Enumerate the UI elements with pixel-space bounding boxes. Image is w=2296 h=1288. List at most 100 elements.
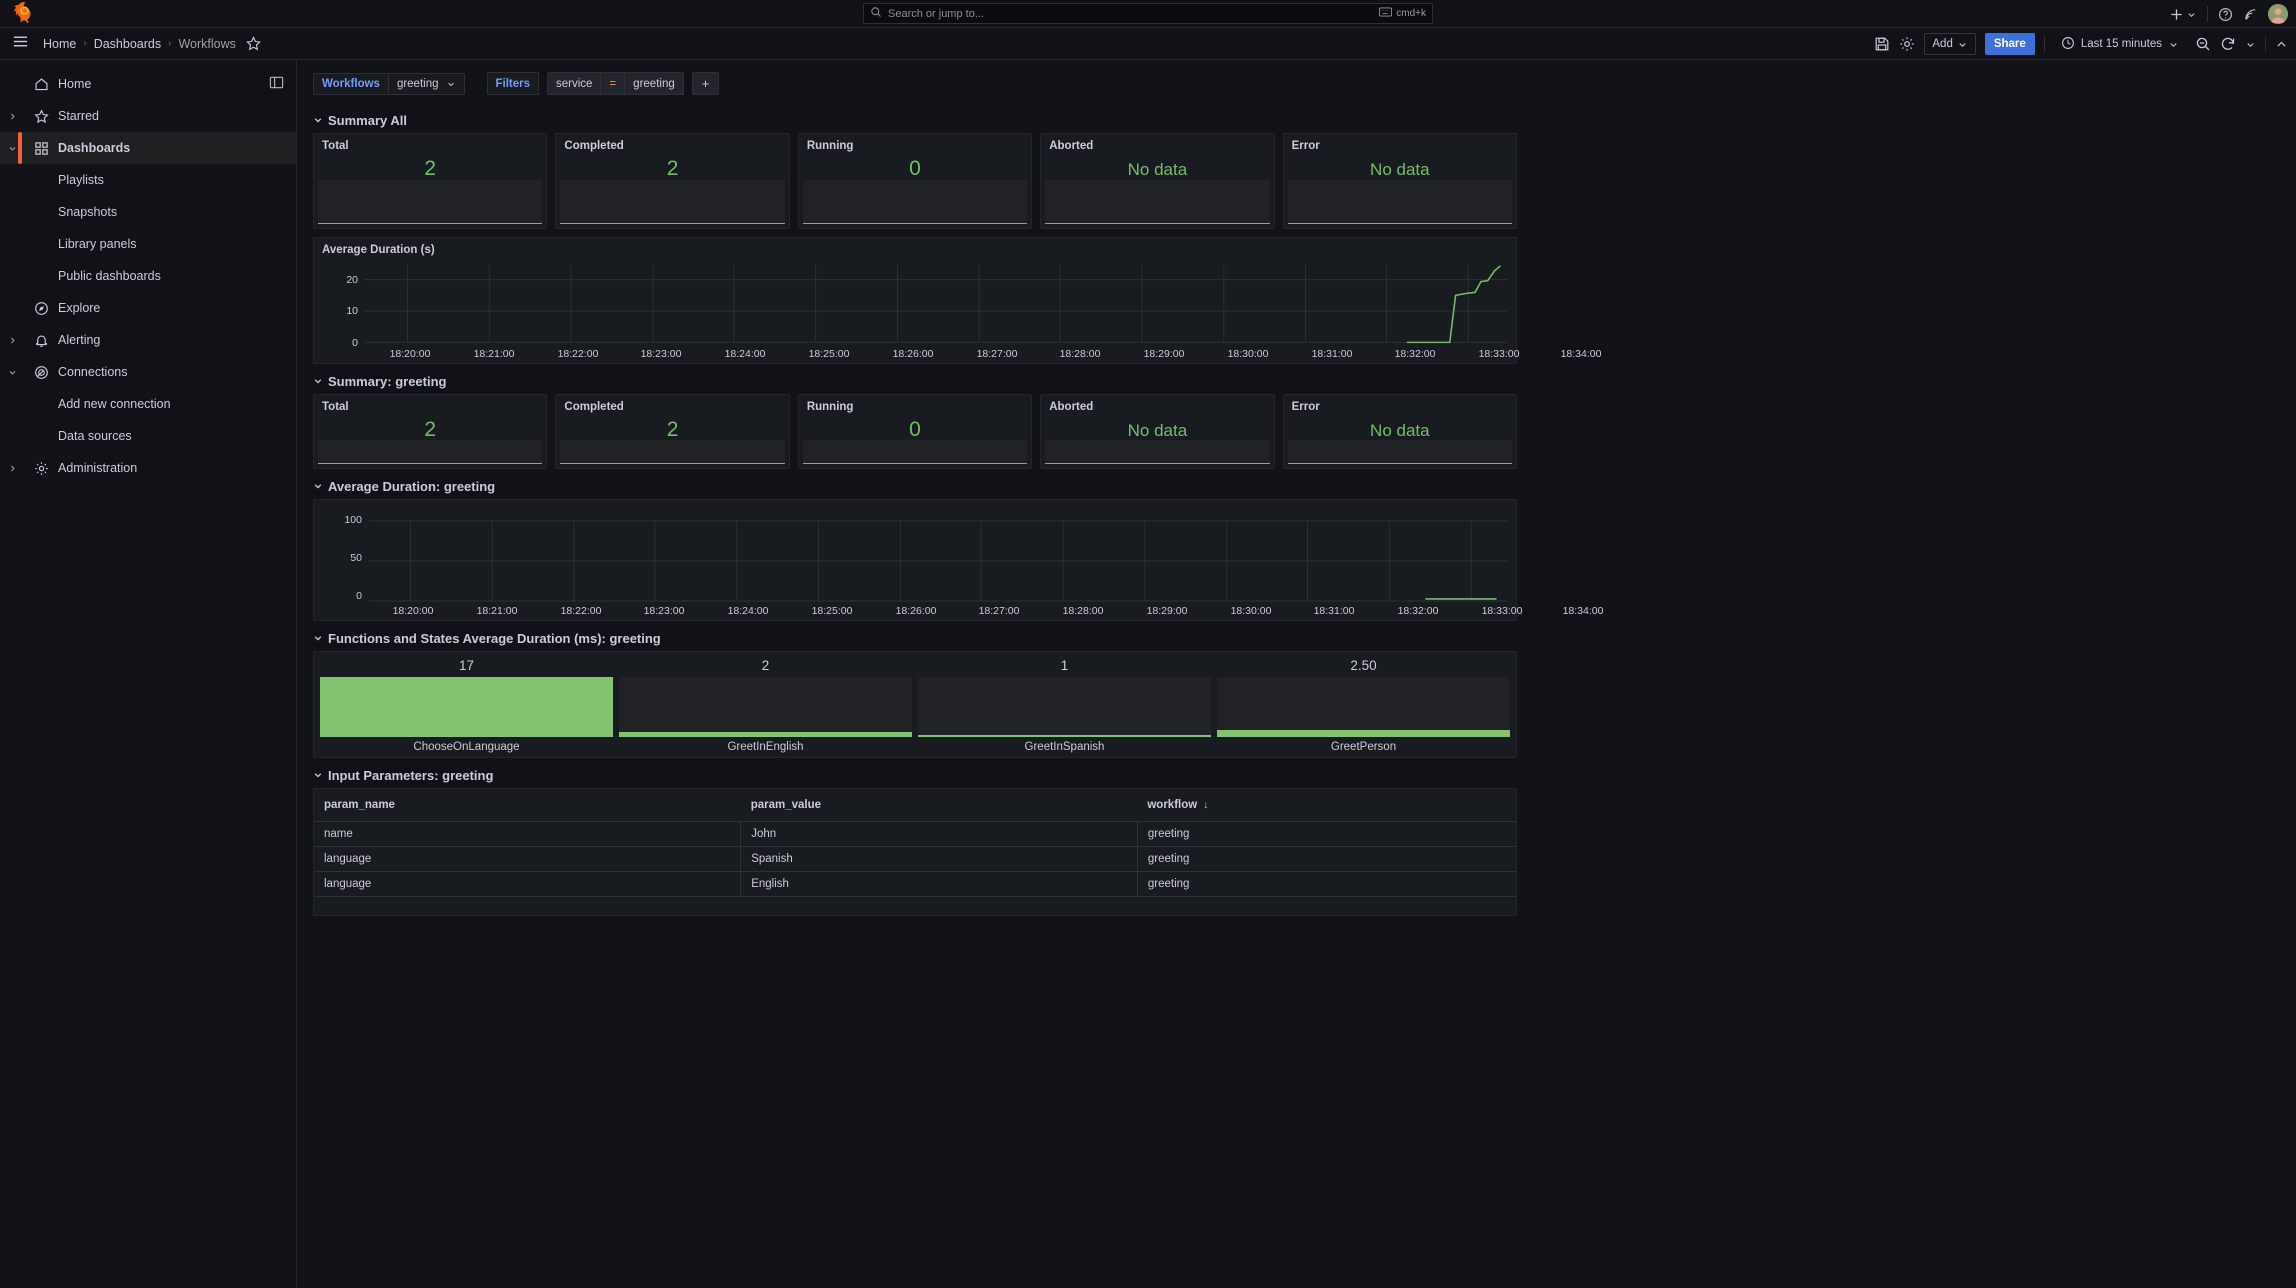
- add-panel-button[interactable]: Add: [1924, 33, 1976, 55]
- stat-value: 2: [424, 157, 437, 180]
- stat-panel-error[interactable]: Error No data: [1282, 133, 1518, 229]
- sidebar-item-label: Starred: [58, 109, 99, 123]
- user-avatar[interactable]: [2268, 4, 2288, 24]
- workflow-variable-value: greeting: [396, 77, 439, 90]
- column-header-workflow[interactable]: workflow ↓: [1137, 789, 1516, 822]
- connections-icon: [24, 365, 58, 380]
- row-title: Functions and States Average Duration (m…: [328, 630, 661, 646]
- stat-panel-running[interactable]: Running 0: [797, 133, 1033, 229]
- sidebar-item-snapshots[interactable]: Snapshots: [0, 196, 296, 228]
- stat-panel-greeting-aborted[interactable]: Aborted No data: [1040, 394, 1275, 469]
- row-header-input-parameters[interactable]: Input Parameters: greeting: [313, 762, 1517, 788]
- x-tick: 18:27:00: [978, 605, 1020, 617]
- sidebar-item-home[interactable]: Home: [0, 68, 296, 100]
- stat-panel-total[interactable]: Total 2: [313, 133, 548, 229]
- zoom-out-icon[interactable]: [2195, 36, 2211, 52]
- sidebar-item-public-dashboards[interactable]: Public dashboards: [0, 260, 296, 292]
- share-button[interactable]: Share: [1984, 33, 2035, 55]
- table-row[interactable]: name John greeting: [314, 821, 1516, 847]
- compass-icon: [24, 301, 58, 316]
- column-header-param-value[interactable]: param_value: [740, 789, 1138, 822]
- breadcrumb-item-workflows[interactable]: Workflows: [178, 37, 235, 51]
- expand-chevron-right-icon[interactable]: [0, 112, 24, 121]
- add-filter-button[interactable]: +: [691, 72, 720, 95]
- grafana-logo-icon[interactable]: [10, 0, 40, 29]
- bargauge-label: GreetPerson: [1330, 741, 1397, 753]
- star-icon: [24, 108, 58, 124]
- row-header-functions-and-states[interactable]: Functions and States Average Duration (m…: [313, 625, 1517, 651]
- search-shortcut-hint: cmd+k: [1379, 7, 1426, 20]
- filter-key-chip[interactable]: service: [547, 72, 602, 95]
- gear-icon: [24, 461, 58, 476]
- global-search-input[interactable]: Search or jump to... cmd+k: [863, 3, 1433, 24]
- new-item-button[interactable]: [2169, 7, 2197, 22]
- stat-panel-greeting-running[interactable]: Running 0: [797, 394, 1033, 469]
- refresh-icon[interactable]: [2220, 36, 2236, 52]
- gear-icon[interactable]: [1899, 36, 1915, 52]
- bargauge-fill: [619, 732, 912, 737]
- workflow-variable-select[interactable]: greeting: [387, 72, 465, 95]
- sidebar-item-dashboards[interactable]: Dashboards: [0, 132, 296, 164]
- breadcrumb-item-home[interactable]: Home: [43, 37, 76, 51]
- sidebar-item-starred[interactable]: Starred: [0, 100, 296, 132]
- filter-value-chip[interactable]: greeting: [625, 72, 684, 95]
- refresh-interval-chevron-icon[interactable]: [2245, 39, 2256, 50]
- breadcrumb-item-dashboards[interactable]: Dashboards: [94, 37, 161, 51]
- sidebar-item-administration[interactable]: Administration: [0, 452, 296, 484]
- panel-title: Total: [322, 140, 349, 152]
- table-row[interactable]: language Spanish greeting: [314, 846, 1516, 872]
- help-circle-icon[interactable]: [2218, 7, 2233, 22]
- stat-panel-greeting-error[interactable]: Error No data: [1282, 394, 1518, 469]
- sidebar-item-data-sources[interactable]: Data sources: [0, 420, 296, 452]
- row-header-summary-greeting[interactable]: Summary: greeting: [313, 368, 1517, 394]
- y-axis-tick-20: 20: [346, 274, 358, 286]
- cell-param-value: Spanish: [740, 846, 1138, 872]
- workflow-variable-label: Workflows: [313, 72, 388, 95]
- x-axis-ticks: 18:20:00 18:21:00 18:22:00 18:23:00 18:2…: [370, 605, 1604, 619]
- sidebar-item-label: Explore: [58, 301, 101, 315]
- sidebar-item-playlists[interactable]: Playlists: [0, 164, 296, 196]
- filter-operator-chip[interactable]: =: [601, 72, 626, 95]
- stat-panel-completed[interactable]: Completed 2: [555, 133, 790, 229]
- sidebar-item-label: Connections: [58, 365, 128, 379]
- chevron-down-icon: [313, 115, 323, 125]
- column-header-param-name[interactable]: param_name: [314, 789, 741, 822]
- x-tick: 18:30:00: [1227, 348, 1269, 360]
- bargauge-track: [918, 677, 1211, 737]
- collapse-chevron-down-icon[interactable]: [0, 368, 24, 377]
- table-row[interactable]: language English greeting: [314, 871, 1516, 897]
- adhoc-filters: Filters service = greeting +: [486, 72, 720, 95]
- timeseries-panel-average-duration-greeting[interactable]: 100 50 0 18:20:00 18:21:00 18:22:00 18:2…: [313, 499, 1604, 621]
- hamburger-menu-icon[interactable]: [12, 33, 29, 55]
- sidebar-item-add-new-connection[interactable]: Add new connection: [0, 388, 296, 420]
- star-outline-icon[interactable]: [245, 36, 261, 51]
- sidebar-item-library-panels[interactable]: Library panels: [0, 228, 296, 260]
- sidebar-item-explore[interactable]: Explore: [0, 292, 296, 324]
- expand-chevron-right-icon[interactable]: [0, 336, 24, 345]
- chevron-down-icon: [1959, 42, 1966, 47]
- collapse-toolbar-chevron-up-icon[interactable]: [2275, 38, 2288, 51]
- stat-panel-greeting-completed[interactable]: Completed 2: [555, 394, 790, 469]
- sidebar-item-label: Snapshots: [58, 205, 118, 219]
- x-tick: 18:22:00: [557, 348, 599, 360]
- sidebar-item-connections[interactable]: Connections: [0, 356, 296, 388]
- bargauge-panel-functions-and-states[interactable]: 17 ChooseOnLanguage 2 GreetInEnglish 1 G…: [313, 651, 1517, 758]
- stat-sparkline: [1287, 440, 1513, 464]
- chevron-down-icon: [2188, 12, 2195, 17]
- save-disk-icon[interactable]: [1874, 36, 1890, 52]
- table-panel-input-parameters[interactable]: param_name param_value workflow ↓ name Jo…: [313, 788, 1517, 916]
- stat-panel-greeting-total[interactable]: Total 2: [313, 394, 548, 469]
- rss-icon[interactable]: [2243, 7, 2258, 22]
- divider: [2207, 6, 2208, 22]
- timeseries-panel-average-duration[interactable]: Average Duration (s) 20 10 0 18:20:00 18…: [313, 237, 1601, 364]
- time-range-picker[interactable]: Last 15 minutes: [2054, 33, 2186, 55]
- expand-chevron-right-icon[interactable]: [0, 464, 24, 473]
- collapse-chevron-down-icon[interactable]: [0, 144, 24, 153]
- search-placeholder-text: Search or jump to...: [888, 7, 984, 20]
- table-header-row: param_name param_value workflow ↓: [314, 789, 1516, 822]
- row-title: Summary: greeting: [328, 373, 447, 389]
- sidebar-item-alerting[interactable]: Alerting: [0, 324, 296, 356]
- row-header-summary-all[interactable]: Summary All: [313, 107, 1517, 133]
- row-header-average-duration-greeting[interactable]: Average Duration: greeting: [313, 473, 1517, 499]
- stat-panel-aborted[interactable]: Aborted No data: [1040, 133, 1275, 229]
